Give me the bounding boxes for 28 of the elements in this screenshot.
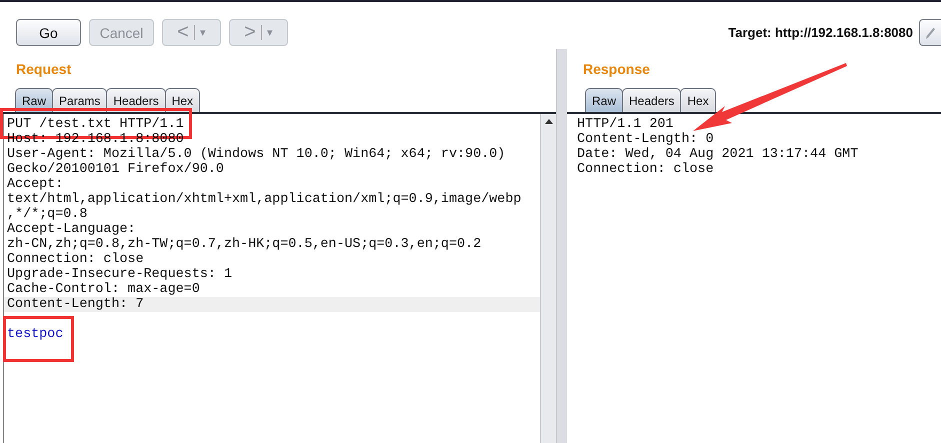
header-line: User-Agent: Mozilla/5.0 (Windows NT 10.0; Win64; x64; rv:90.0): [7, 147, 506, 162]
header-line: Upgrade-Insecure-Requests: 1: [7, 267, 232, 282]
tab[interactable]: Headers: [622, 88, 682, 112]
toolbar-button[interactable]: Go: [16, 19, 81, 46]
header-line: Content-Length: 0: [577, 132, 714, 147]
scrollbar[interactable]: [540, 114, 556, 443]
header-line: zh-CN,zh;q=0.8,zh-TW;q=0.7,zh-HK;q=0.5,en-US;q=0.3,en;q=0.2: [7, 237, 482, 252]
header-line: text/html,application/xhtml+xml,application/xml;q=0.9,image/webp: [7, 192, 522, 207]
pane-title: Request: [16, 61, 72, 78]
highlight-box: [3, 316, 74, 362]
edit-button[interactable]: [919, 19, 941, 46]
header-line: Gecko/20100101 Firefox/90.0: [7, 162, 224, 177]
header-line: ,*/*;q=0.8: [7, 207, 88, 222]
header-line: Connection: close: [7, 252, 144, 267]
header-line: Cache-Control: max-age=0: [7, 282, 200, 297]
scroll-up-icon[interactable]: [544, 119, 552, 124]
header-line: Connection: close: [577, 162, 714, 177]
header-line: Accept-Language:: [7, 222, 136, 237]
header-line: Content-Length: 7: [7, 297, 144, 312]
target-label: Target: http://192.168.1.8:8080: [728, 25, 913, 40]
header-line: PUT /test.txt HTTP/1.1: [7, 117, 184, 132]
header-line: Date: Wed, 04 Aug 2021 13:17:44 GMT: [577, 147, 858, 162]
body-text: testpoc: [7, 327, 64, 342]
pane-title: Response: [583, 61, 650, 78]
tab[interactable]: Raw: [585, 88, 624, 112]
header-line: HTTP/1.1 201: [577, 117, 674, 132]
header-line: Accept:: [7, 177, 64, 192]
tab[interactable]: Hex: [680, 88, 716, 112]
